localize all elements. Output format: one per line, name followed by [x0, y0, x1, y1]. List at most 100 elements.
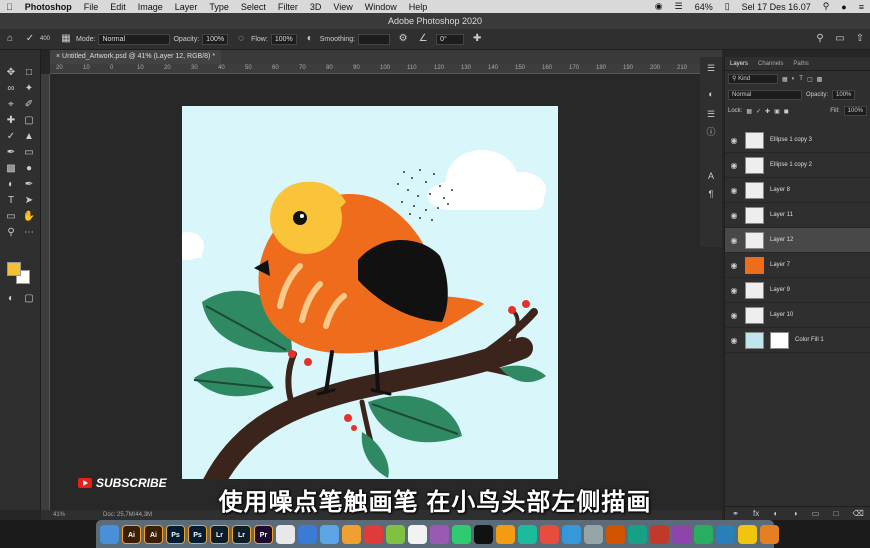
ruler-horizontal[interactable]: 20 10 0 10 20 30 40 50 60 70 80 90 100 110 120 130 140 15… — [50, 64, 722, 74]
patch-tool-icon[interactable]: ▢ — [22, 114, 36, 128]
canvas-area[interactable] — [50, 74, 722, 510]
filter-type-icon[interactable]: T — [799, 76, 803, 82]
artwork-canvas[interactable] — [182, 106, 558, 479]
tab-layers[interactable]: Layers — [725, 61, 753, 67]
pressure-opacity-icon[interactable]: ◌ — [235, 33, 247, 45]
dock-app-icon[interactable] — [364, 524, 383, 544]
quick-mask-icon[interactable]: ◐ — [4, 292, 18, 306]
layer-row[interactable]: ◉ Layer 12 — [725, 228, 870, 253]
shape-tool-icon[interactable]: ▭ — [4, 210, 18, 224]
visibility-eye-icon[interactable]: ◉ — [725, 286, 743, 295]
brush-tool-icon[interactable]: ✓ — [24, 33, 36, 45]
paragraph-icon[interactable]: ¶ — [704, 187, 718, 201]
dock-app-icon[interactable] — [342, 524, 361, 544]
layer-row[interactable]: ◉ Ellipse 1 copy 3 — [725, 128, 870, 153]
dock-app-icon[interactable] — [518, 524, 537, 544]
screen-mode-icon[interactable]: ▢ — [22, 292, 36, 306]
wifi-icon[interactable]: ☰ — [669, 1, 689, 12]
healing-tool-icon[interactable]: ✚ — [4, 114, 18, 128]
dock-app-icon[interactable] — [716, 524, 735, 544]
visibility-eye-icon[interactable]: ◉ — [725, 336, 743, 345]
layer-opacity-field[interactable]: 100% — [832, 90, 856, 100]
visibility-eye-icon[interactable]: ◉ — [725, 211, 743, 220]
layer-row[interactable]: ◉ Layer 11 — [725, 203, 870, 228]
path-select-icon[interactable]: ➤ — [22, 194, 36, 208]
blur-tool-icon[interactable]: ● — [22, 162, 36, 176]
gradient-tool-icon[interactable]: ▩ — [4, 162, 18, 176]
home-icon[interactable]: ⌂ — [4, 33, 16, 45]
dock-app-icon[interactable] — [650, 524, 669, 544]
history-icon[interactable]: ☰ — [704, 61, 718, 75]
menu-3d[interactable]: 3D — [304, 2, 328, 12]
dock-app-icon[interactable] — [694, 524, 713, 544]
visibility-eye-icon[interactable]: ◉ — [725, 186, 743, 195]
battery-text[interactable]: 64% — [689, 2, 719, 12]
airbrush-icon[interactable]: ◐ — [304, 33, 316, 45]
dock-app-icon[interactable]: Ai — [122, 524, 141, 544]
brush-settings-icon[interactable]: ▦ — [60, 33, 72, 45]
dock-app-icon[interactable] — [408, 524, 427, 544]
lock-pixels-icon[interactable]: ▦ — [746, 108, 752, 115]
menu-app-name[interactable]: Photoshop — [19, 2, 78, 12]
layer-row[interactable]: ◉ Layer 9 — [725, 278, 870, 303]
eraser-tool-icon[interactable]: ▭ — [22, 146, 36, 160]
control-center-icon[interactable]: ≡ — [853, 2, 870, 12]
layer-row[interactable]: ◉ Color Fill 1 — [725, 328, 870, 353]
properties-icon[interactable]: ☰ — [704, 107, 718, 121]
battery-icon[interactable]: ▯ — [719, 1, 736, 12]
adjustments-icon[interactable]: ◐ — [704, 87, 718, 101]
menu-edit[interactable]: Edit — [104, 2, 132, 12]
clock-text[interactable]: Sel 17 Des 16.07 — [736, 2, 817, 12]
layer-row[interactable]: ◉ Ellipse 1 copy 2 — [725, 153, 870, 178]
hand-tool-icon[interactable]: ✋ — [22, 210, 36, 224]
ruler-vertical[interactable] — [41, 74, 50, 510]
stamp-tool-icon[interactable]: ▲ — [22, 130, 36, 144]
filter-kind-select[interactable]: ⚲ Kind — [728, 74, 778, 84]
apple-icon[interactable]:  — [0, 2, 19, 12]
dock-app-icon[interactable] — [298, 524, 317, 544]
document-tab[interactable]: × Untitled_Artwork.psd @ 41% (Layer 12, … — [50, 50, 722, 64]
search-icon[interactable]: ⚲ — [814, 33, 826, 45]
menu-filter[interactable]: Filter — [272, 2, 304, 12]
quick-select-tool-icon[interactable]: ✦ — [22, 82, 36, 96]
dock-app-icon[interactable]: Ai — [144, 524, 163, 544]
dock-app-icon[interactable] — [386, 524, 405, 544]
filter-pixel-icon[interactable]: ▦ — [782, 76, 788, 83]
menu-layer[interactable]: Layer — [169, 2, 204, 12]
layer-row[interactable]: ◉ Layer 7 — [725, 253, 870, 278]
lock-paint-icon[interactable]: ✓ — [756, 108, 761, 115]
pen-tool-icon[interactable]: ✒ — [22, 178, 36, 192]
zoom-tool-icon[interactable]: ⚲ — [4, 226, 18, 240]
move-tool-icon[interactable]: ✥ — [4, 66, 18, 80]
visibility-eye-icon[interactable]: ◉ — [725, 136, 743, 145]
finder-app-icon[interactable] — [100, 524, 119, 544]
dock-app-icon[interactable] — [452, 524, 471, 544]
smoothing-field[interactable] — [358, 33, 391, 45]
search-icon[interactable]: ⚲ — [817, 1, 836, 12]
workspace-icon[interactable]: ▭ — [834, 33, 846, 45]
blend-mode-select[interactable]: Normal — [728, 90, 802, 100]
dock-app-icon[interactable] — [584, 524, 603, 544]
menu-file[interactable]: File — [78, 2, 105, 12]
dock-app-icon[interactable]: Lr — [210, 524, 229, 544]
menu-help[interactable]: Help — [403, 2, 434, 12]
angle-field[interactable]: 0° — [436, 33, 465, 45]
menu-type[interactable]: Type — [203, 2, 235, 12]
more-tools-icon[interactable]: ⋯ — [22, 226, 36, 240]
layer-row[interactable]: ◉ Layer 10 — [725, 303, 870, 328]
opacity-field[interactable]: 100% — [202, 33, 229, 45]
dock-app-icon[interactable] — [474, 524, 493, 544]
type-tool-icon[interactable]: T — [4, 194, 18, 208]
eyedropper-tool-icon[interactable]: ✐ — [22, 98, 36, 112]
dock-app-icon[interactable] — [738, 524, 757, 544]
tab-paths[interactable]: Paths — [788, 61, 813, 67]
mode-select[interactable]: Normal — [98, 33, 171, 45]
menu-image[interactable]: Image — [132, 2, 169, 12]
dock-app-icon[interactable]: Ps — [166, 524, 185, 544]
visibility-eye-icon[interactable]: ◉ — [725, 161, 743, 170]
visibility-eye-icon[interactable]: ◉ — [725, 311, 743, 320]
lasso-tool-icon[interactable]: ∞ — [4, 82, 18, 96]
dock-app-icon[interactable]: Pr — [254, 524, 273, 544]
filter-shape-icon[interactable]: ▢ — [807, 76, 813, 83]
dock-app-icon[interactable] — [496, 524, 515, 544]
